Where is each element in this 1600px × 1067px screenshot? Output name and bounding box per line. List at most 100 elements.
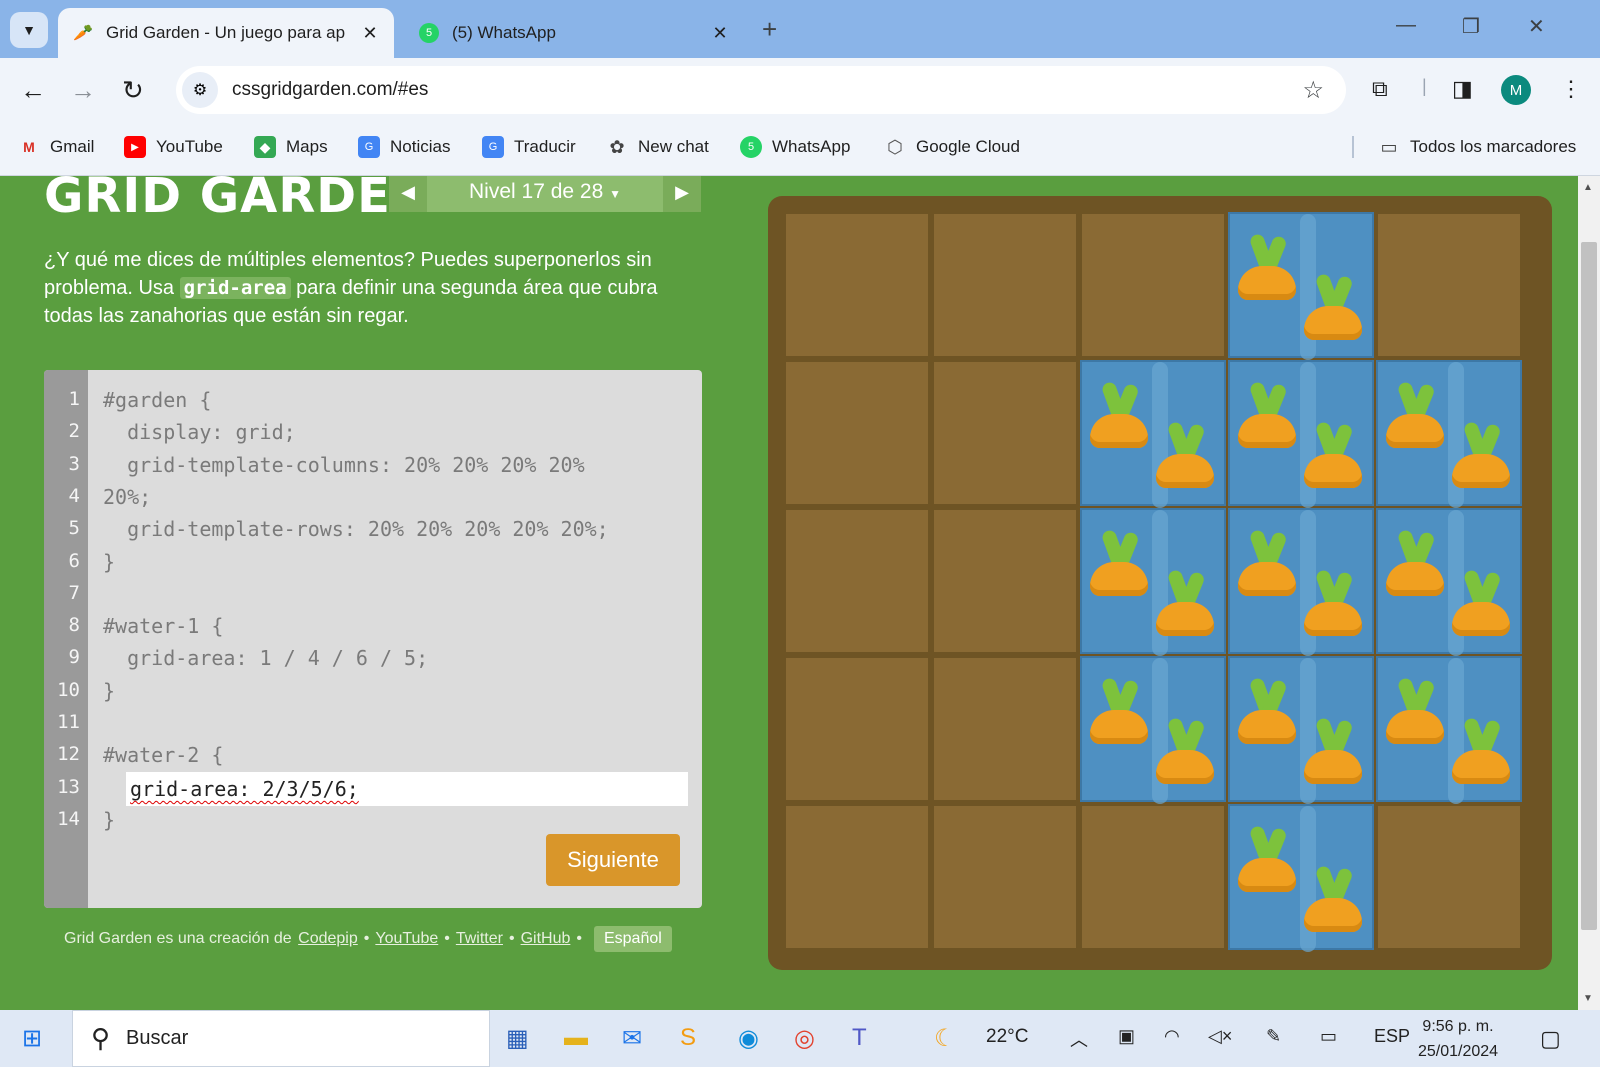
chevron-down-icon: ▼: [22, 22, 36, 38]
new-tab-button[interactable]: +: [762, 14, 777, 45]
line-number: 8: [68, 614, 80, 637]
footer: Grid Garden es una creación de Codepip • …: [64, 926, 672, 952]
water-cell: [1376, 360, 1522, 508]
speaker-muted-icon[interactable]: ◁×: [1208, 1026, 1232, 1047]
bookmark-google-cloud[interactable]: ⬡ Google Cloud: [884, 136, 1020, 158]
line-number: 10: [57, 678, 80, 701]
all-bookmarks[interactable]: ▭ Todos los marcadores: [1352, 136, 1576, 158]
code-line: grid-template-rows: 20% 20% 20% 20% 20%;: [103, 517, 609, 542]
meet-now-icon[interactable]: ▣: [1118, 1026, 1135, 1047]
water-cell: [1376, 656, 1522, 804]
teams-icon[interactable]: T: [852, 1024, 867, 1052]
tab-whatsapp[interactable]: 5 (5) WhatsApp ✕: [404, 8, 744, 58]
codepip-link[interactable]: Codepip: [298, 930, 358, 948]
bookmark-youtube[interactable]: ▶ YouTube: [124, 136, 223, 158]
water-cell: [1228, 804, 1374, 952]
bookmark-star-icon[interactable]: ☆: [1302, 76, 1324, 105]
weather-temp[interactable]: 22°C: [986, 1026, 1028, 1048]
water-cell: [1228, 656, 1374, 804]
page-scrollbar[interactable]: ▲ ▼: [1578, 176, 1600, 1010]
mail-icon[interactable]: ✉: [622, 1024, 642, 1053]
bookmark-noticias[interactable]: G Noticias: [358, 136, 450, 158]
tab-title: (5) WhatsApp: [452, 23, 556, 42]
github-link[interactable]: GitHub: [521, 930, 571, 948]
translate-icon: G: [482, 136, 504, 158]
water-cell: [1228, 360, 1374, 508]
close-tab-icon[interactable]: ✕: [706, 23, 734, 44]
chrome-icon[interactable]: ◎: [794, 1024, 815, 1053]
level-selector: ◀ Nivel 17 de 28 ▼ ▶: [389, 176, 701, 212]
line-number: 13: [57, 775, 80, 798]
windows-start-icon[interactable]: ⊞: [22, 1024, 42, 1053]
side-panel-icon[interactable]: ◨: [1452, 76, 1473, 102]
profile-avatar[interactable]: M: [1501, 75, 1531, 105]
file-explorer-icon[interactable]: ▬: [564, 1024, 588, 1052]
twitter-link[interactable]: Twitter: [456, 930, 503, 948]
line-number: 14: [57, 807, 80, 830]
water-cell: [1080, 508, 1226, 656]
water-cell: [1080, 656, 1226, 804]
level-indicator[interactable]: Nivel 17 de 28 ▼: [427, 180, 663, 204]
clock[interactable]: 9:56 p. m. 25/01/2024: [1414, 1014, 1502, 1064]
code-line: #garden {: [103, 388, 212, 412]
input-language[interactable]: ESP: [1374, 1026, 1410, 1047]
line-number: 5: [68, 517, 80, 540]
water-cell: [1228, 212, 1374, 360]
restore-icon[interactable]: ❐: [1462, 14, 1480, 39]
site-settings-icon[interactable]: ⚙: [182, 72, 218, 108]
tab-search-button[interactable]: ▼: [10, 12, 48, 48]
minimize-icon[interactable]: —: [1396, 14, 1416, 37]
code-line: grid-area: 1 / 4 / 6 / 5;: [103, 646, 429, 671]
css-answer-input[interactable]: grid-area: 2/3/5/6;: [126, 772, 688, 806]
bookmark-whatsapp[interactable]: 5 WhatsApp: [740, 136, 850, 158]
soil-cell: [1376, 212, 1522, 358]
youtube-link[interactable]: YouTube: [375, 930, 438, 948]
soil-cell: [784, 804, 930, 950]
taskbar-search[interactable]: ⚲ Buscar: [72, 1010, 490, 1067]
code-line: display: grid;: [103, 420, 296, 445]
line-number: 3: [68, 452, 80, 475]
edge-icon[interactable]: ◉: [738, 1024, 759, 1053]
tab-bar: ▼ 🥕 Grid Garden - Un juego para ap ✕ 5 (…: [0, 0, 1600, 58]
news-icon: G: [358, 136, 380, 158]
close-window-icon[interactable]: ✕: [1528, 14, 1545, 39]
line-number: 1: [68, 388, 80, 410]
previous-level-icon[interactable]: ◀: [389, 176, 427, 212]
pen-icon[interactable]: ✎: [1266, 1026, 1281, 1047]
scrollbar-thumb[interactable]: [1581, 242, 1597, 930]
extensions-icon[interactable]: ⧉: [1372, 76, 1388, 102]
soil-cell: [932, 656, 1078, 802]
caret-down-icon: ▼: [609, 187, 621, 201]
windows-taskbar: ⊞ ⚲ Buscar ▦ ▬ ✉ S ◉ ◎ T ☾ 22°C ︿ ▣ ◠ ◁×…: [0, 1010, 1600, 1067]
line-number: 7: [68, 581, 80, 604]
notifications-icon[interactable]: ▢: [1540, 1026, 1561, 1052]
next-level-icon[interactable]: ▶: [663, 176, 701, 212]
bookmark-gmail[interactable]: M Gmail: [18, 136, 94, 158]
tab-grid-garden[interactable]: 🥕 Grid Garden - Un juego para ap ✕: [58, 8, 394, 58]
close-tab-icon[interactable]: ✕: [356, 23, 384, 44]
bookmark-new-chat[interactable]: ✿ New chat: [606, 136, 708, 158]
forward-arrow-icon[interactable]: →: [70, 76, 96, 104]
soil-cell: [784, 656, 930, 802]
toolbar: ← → ↻ ⚙ cssgridgarden.com/#es ☆ ⧉ | ◨ M …: [0, 58, 1600, 122]
scroll-down-icon[interactable]: ▼: [1583, 993, 1593, 1004]
bookmark-maps[interactable]: ◆ Maps: [254, 136, 328, 158]
menu-icon[interactable]: ⋮: [1560, 76, 1582, 102]
soil-cell: [932, 804, 1078, 950]
wifi-icon[interactable]: ◠: [1164, 1026, 1180, 1047]
address-bar[interactable]: ⚙ cssgridgarden.com/#es ☆: [176, 66, 1346, 114]
next-button[interactable]: Siguiente: [546, 834, 680, 886]
microsoft-store-icon[interactable]: ▦: [506, 1024, 529, 1053]
reload-icon[interactable]: ↻: [122, 76, 144, 104]
whatsapp-icon: 5: [418, 22, 440, 44]
bookmark-traducir[interactable]: G Traducir: [482, 136, 576, 158]
back-arrow-icon[interactable]: ←: [20, 76, 46, 104]
url-text[interactable]: cssgridgarden.com/#es: [232, 79, 428, 101]
language-selector[interactable]: Español: [593, 926, 672, 952]
bookmarks-bar: M Gmail ▶ YouTube ◆ Maps G Noticias G Traduci…: [0, 122, 1600, 176]
keyboard-layout-icon[interactable]: ▭: [1320, 1026, 1337, 1047]
google-cloud-icon: ⬡: [887, 136, 903, 157]
scroll-up-icon[interactable]: ▲: [1583, 182, 1593, 193]
chevron-up-icon[interactable]: ︿: [1070, 1026, 1088, 1052]
sublime-text-icon[interactable]: S: [680, 1024, 696, 1052]
